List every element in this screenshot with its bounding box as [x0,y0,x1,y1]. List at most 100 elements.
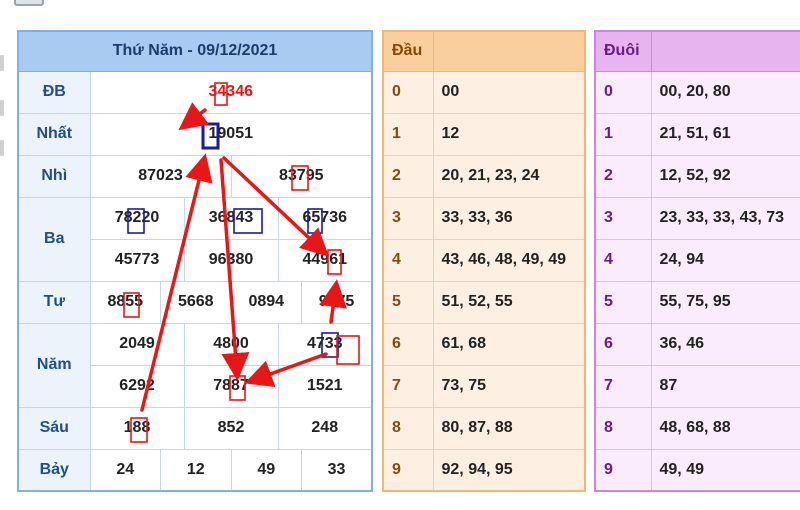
prize-value: 19051 [89,112,373,156]
draw-date-title: Thứ Năm - 09/12/2021 [17,30,373,72]
dau-values: 00 [432,70,586,114]
prize-value: 5668 [160,280,232,324]
prize-label-db: ĐB [17,70,91,114]
prize-value: 1521 [277,364,373,408]
dau-row: 9 92, 94, 95 [382,448,586,492]
dau-head-table: Đầu 0 00 1 12 2 20, 21, 23, 24 3 33, 33, 36 … [382,30,586,492]
prize-row-tu: Tư 8855 5668 0894 9375 [17,280,373,324]
prize-label-nam: Năm [17,322,91,408]
prize-value: 0894 [230,280,302,324]
prize-value: 8855 [89,280,161,324]
duoi-values: 48, 68, 88 [650,406,800,450]
dau-key: 2 [382,154,434,198]
duoi-values: 36, 46 [650,322,800,366]
prize-value: 34346 [89,70,373,114]
prize-label-ba: Ba [17,196,91,282]
prize-value: 33 [301,448,373,492]
dau-values: 51, 52, 55 [432,280,586,324]
duoi-values: 23, 33, 33, 43, 73 [650,196,800,240]
duoi-row: 6 36, 46 [594,322,800,366]
prize-value: 78220 [89,196,185,240]
dau-header-label: Đầu [382,30,434,72]
prize-label-bay: Bảy [17,448,91,492]
prize-value: 248 [277,406,373,450]
duoi-key: 4 [594,238,652,282]
duoi-row: 8 48, 68, 88 [594,406,800,450]
duoi-row: 1 21, 51, 61 [594,112,800,156]
toolbar-icon[interactable] [14,0,44,6]
duoi-key: 3 [594,196,652,240]
dau-header-row: Đầu [382,30,586,72]
prize-value: 87023 [89,154,232,198]
duoi-header-blank [650,30,800,72]
dau-row: 4 43, 46, 48, 49, 49 [382,238,586,282]
dau-row: 5 51, 52, 55 [382,280,586,324]
prize-row-nhi: Nhì 87023 83795 [17,154,373,198]
duoi-row: 0 00, 20, 80 [594,70,800,114]
duoi-header-label: Đuôi [594,30,652,72]
dau-row: 6 61, 68 [382,322,586,366]
duoi-values: 21, 51, 61 [650,112,800,156]
prize-value: 65736 [277,196,373,240]
duoi-values: 55, 75, 95 [650,280,800,324]
prize-label-nhat: Nhất [17,112,91,156]
dau-values: 73, 75 [432,364,586,408]
dau-header-blank [432,30,586,72]
duoi-row: 7 87 [594,364,800,408]
dau-key: 6 [382,322,434,366]
dau-key: 9 [382,448,434,492]
dau-values: 33, 33, 36 [432,196,586,240]
duoi-key: 8 [594,406,652,450]
dau-key: 0 [382,70,434,114]
lottery-results-table: Thứ Năm - 09/12/2021 ĐB 34346 Nhất 19051… [17,30,373,492]
duoi-key: 2 [594,154,652,198]
dau-key: 3 [382,196,434,240]
dau-row: 2 20, 21, 23, 24 [382,154,586,198]
prize-value: 83795 [230,154,373,198]
prize-value: 49 [230,448,302,492]
results-header-row: Thứ Năm - 09/12/2021 [17,30,373,72]
prize-value: 188 [89,406,185,450]
prize-value: 9375 [301,280,373,324]
dau-key: 5 [382,280,434,324]
duoi-tail-table: Đuôi 0 00, 20, 80 1 21, 51, 61 2 12, 52, 92… [594,30,800,492]
prize-value: 4733 [277,322,373,366]
duoi-values: 24, 94 [650,238,800,282]
prize-row-bay: Bảy 24 12 49 33 [17,448,373,492]
prize-value: 12 [160,448,232,492]
prize-row-nam: Năm 2049 4800 4733 [17,322,373,408]
duoi-values: 87 [650,364,800,408]
duoi-key: 5 [594,280,652,324]
dau-values: 80, 87, 88 [432,406,586,450]
dau-key: 8 [382,406,434,450]
dau-values: 43, 46, 48, 49, 49 [432,238,586,282]
prize-value: 6292 [89,364,185,408]
dau-values: 92, 94, 95 [432,448,586,492]
prize-label-nhi: Nhì [17,154,91,198]
duoi-values: 12, 52, 92 [650,154,800,198]
dau-row: 8 80, 87, 88 [382,406,586,450]
prize-value: 4800 [183,322,279,366]
duoi-values: 00, 20, 80 [650,70,800,114]
duoi-row: 3 23, 33, 33, 43, 73 [594,196,800,240]
prize-row-sau: Sáu 188 852 248 [17,406,373,450]
prize-value: 36843 [183,196,279,240]
prize-value: 24 [89,448,161,492]
prize-label-tu: Tư [17,280,91,324]
prize-row-ba: Ba 78220 36843 65736 [17,196,373,282]
prize-value: 2049 [89,322,185,366]
prize-value: 45773 [89,238,185,282]
prize-label-sau: Sáu [17,406,91,450]
side-marker [0,140,4,156]
dau-key: 7 [382,364,434,408]
prize-value: 852 [183,406,279,450]
dau-values: 61, 68 [432,322,586,366]
dau-row: 3 33, 33, 36 [382,196,586,240]
prize-value: 44961 [277,238,373,282]
prize-row-db: ĐB 34346 [17,70,373,114]
dau-row: 7 73, 75 [382,364,586,408]
side-marker [0,55,4,71]
duoi-key: 1 [594,112,652,156]
duoi-header-row: Đuôi [594,30,800,72]
prize-value: 7887 [183,364,279,408]
